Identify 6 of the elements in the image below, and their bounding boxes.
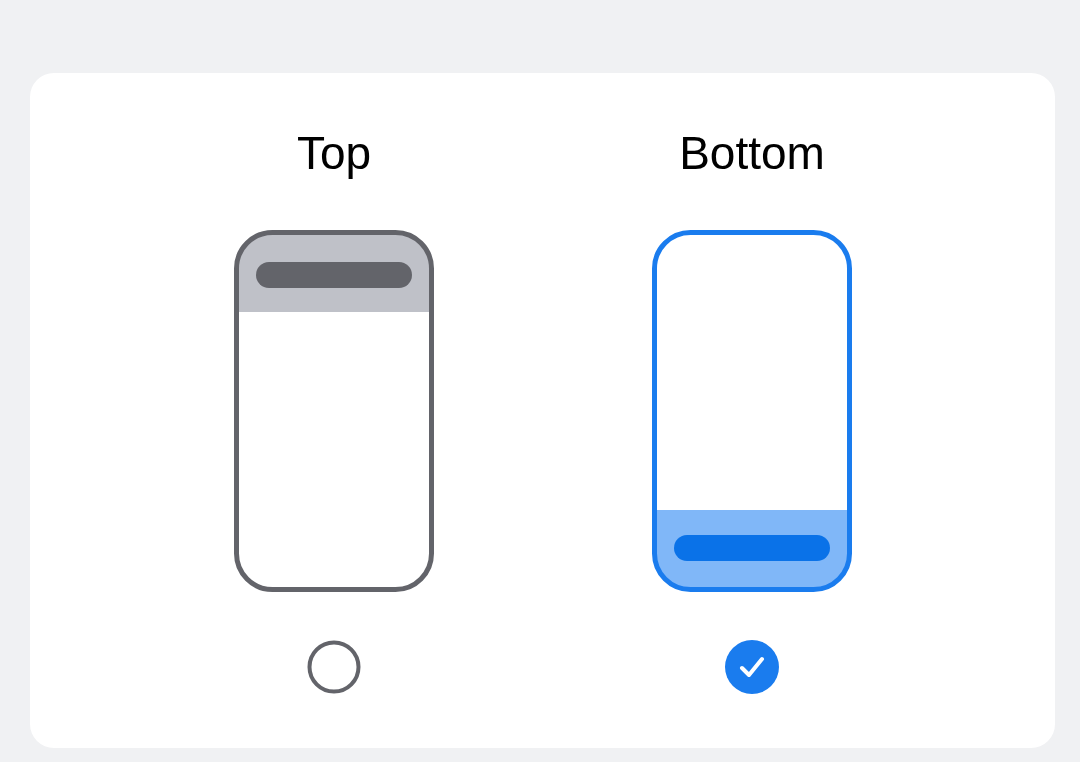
option-label: Bottom [679, 126, 825, 181]
phone-drawing[interactable] [652, 230, 852, 592]
radio-button[interactable] [307, 640, 361, 694]
radio-button[interactable] [725, 640, 779, 694]
option-label: Top [296, 126, 372, 181]
phone-drawing[interactable] [234, 230, 434, 592]
